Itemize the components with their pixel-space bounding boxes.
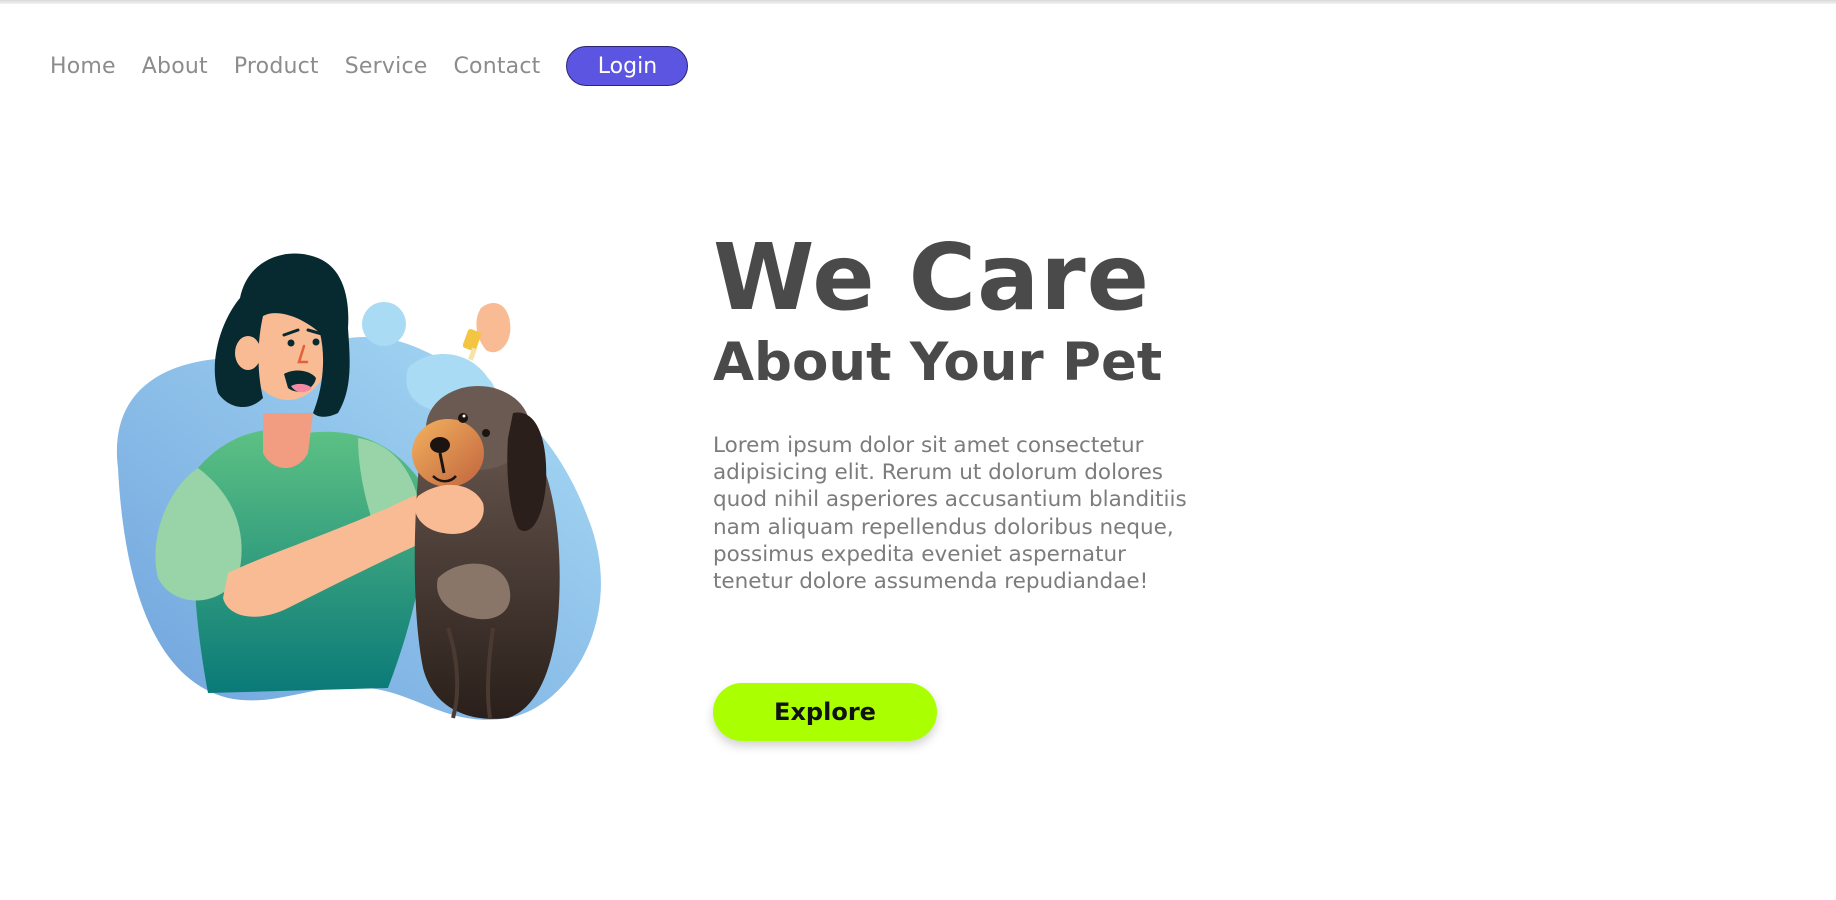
nav-link-about[interactable]: About [142,54,208,79]
explore-button[interactable]: Explore [713,683,937,741]
hero-title: We Care [713,224,1150,331]
hero-illustration [88,238,648,728]
nav-link-service[interactable]: Service [345,54,428,79]
hero-description: Lorem ipsum dolor sit amet consectetur a… [713,433,1187,595]
top-border [0,0,1836,4]
nav-link-product[interactable]: Product [234,54,319,79]
bubble-large [362,302,406,346]
nav-link-contact[interactable]: Contact [453,54,540,79]
dog-muzzle [412,419,484,487]
hero-subtitle: About Your Pet [713,332,1163,393]
woman-with-dog-illustration [116,253,601,720]
hero-section: We Care About Your Pet Lorem ipsum dolor… [713,228,1213,595]
main-navigation: Home About Product Service Contact Login [50,46,689,86]
nav-link-home[interactable]: Home [50,54,116,79]
login-button[interactable]: Login [566,46,689,86]
